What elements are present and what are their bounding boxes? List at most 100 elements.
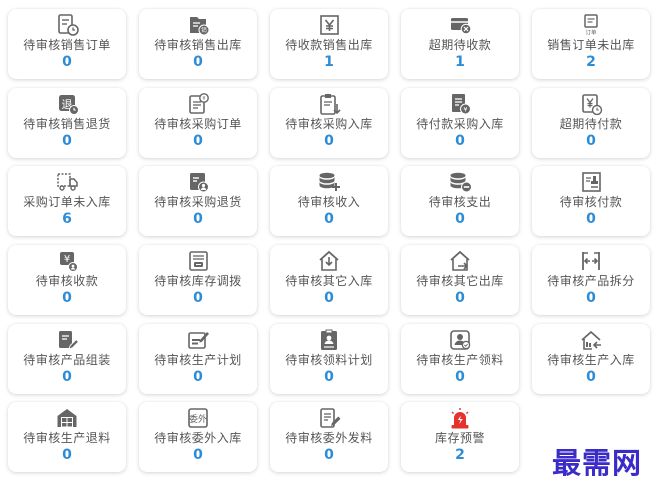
dashboard-card[interactable]: 销待审核销售出库 0 bbox=[139, 9, 257, 79]
card-count: 1 bbox=[324, 54, 334, 70]
coins-minus-icon bbox=[448, 171, 472, 193]
dashboard-card[interactable]: 待审核生产退料 0 bbox=[8, 402, 126, 472]
person-badge-icon bbox=[448, 329, 472, 351]
svg-text:委外: 委外 bbox=[189, 413, 207, 425]
warehouse-icon bbox=[55, 407, 79, 429]
card-count: 0 bbox=[193, 290, 203, 306]
card-label: 待审核其它出库 bbox=[416, 274, 504, 288]
watermark-logo: 最需网 bbox=[552, 446, 643, 480]
dashboard-card[interactable]: 待审核收入 0 bbox=[270, 166, 388, 236]
house-out-icon bbox=[448, 250, 472, 272]
clipboard-person-icon bbox=[317, 329, 341, 351]
card-count: 0 bbox=[62, 369, 72, 385]
doc-pen-icon bbox=[55, 329, 79, 351]
svg-text:¥: ¥ bbox=[202, 96, 205, 102]
card-count: 0 bbox=[324, 369, 334, 385]
card-count: 0 bbox=[324, 133, 334, 149]
dashboard-card[interactable]: 待审核采购退货 0 bbox=[139, 166, 257, 236]
card-label: 待审核销售出库 bbox=[154, 38, 242, 52]
card-count: 0 bbox=[62, 54, 72, 70]
card-label: 待审核销售退货 bbox=[23, 117, 111, 131]
stamp-doc-icon bbox=[579, 171, 603, 193]
svg-text:销: 销 bbox=[201, 26, 207, 34]
card-label: 销售订单未出库 bbox=[547, 38, 635, 52]
dashboard-card[interactable]: 订单 销售订单未出库 2 bbox=[532, 9, 650, 79]
dashboard-card[interactable]: 待审核产品组装 0 bbox=[8, 324, 126, 394]
dashboard-card[interactable]: 待审核其它出库 0 bbox=[401, 245, 519, 315]
card-label: 待审核采购订单 bbox=[154, 117, 242, 131]
order-doc-icon: 订单 bbox=[579, 14, 603, 36]
card-label: 待付款采购入库 bbox=[416, 117, 504, 131]
card-label: 待审核委外入库 bbox=[154, 431, 242, 445]
card-count: 0 bbox=[193, 447, 203, 463]
card-label: 待审核付款 bbox=[559, 195, 623, 209]
card-label: 待审核收入 bbox=[297, 195, 361, 209]
dashboard-card[interactable]: ¥ 待审核采购订单 0 bbox=[139, 88, 257, 158]
card-count: 0 bbox=[455, 133, 465, 149]
card-label: 待审核收款 bbox=[35, 274, 99, 288]
card-label: 待审核产品拆分 bbox=[547, 274, 635, 288]
card-count: 2 bbox=[586, 54, 596, 70]
dashboard-card[interactable]: 待审核采购入库 0 bbox=[270, 88, 388, 158]
card-count: 0 bbox=[193, 369, 203, 385]
dashboard-card[interactable]: 超期待收款 1 bbox=[401, 9, 519, 79]
card-count: 0 bbox=[324, 447, 334, 463]
dashboard-card[interactable]: 待审核生产计划 0 bbox=[139, 324, 257, 394]
card-label: 待审核采购入库 bbox=[285, 117, 373, 131]
dashboard-card[interactable]: 超期待付款 0 bbox=[532, 88, 650, 158]
card-count: 0 bbox=[62, 290, 72, 306]
card-label: 待审核采购退货 bbox=[154, 195, 242, 209]
card-count: 1 bbox=[455, 54, 465, 70]
dashboard-card[interactable]: ¥ 待付款采购入库 0 bbox=[401, 88, 519, 158]
dashboard-card[interactable]: 待审核支出 0 bbox=[401, 166, 519, 236]
dashboard-grid: 待审核销售订单 0 销待审核销售出库 0 待收款销售出库 1 超期待收款 1 订单 销售订单未出库… bbox=[0, 0, 666, 492]
card-label: 待审核生产退料 bbox=[23, 431, 111, 445]
dashboard-card[interactable]: 待审核委外发料 0 bbox=[270, 402, 388, 472]
card-count: 0 bbox=[586, 211, 596, 227]
return-icon: 退 bbox=[55, 93, 79, 115]
dashboard-card[interactable]: 委外待审核委外入库 0 bbox=[139, 402, 257, 472]
card-count: 0 bbox=[193, 211, 203, 227]
card-label: 待审核生产入库 bbox=[547, 353, 635, 367]
dashboard-card[interactable]: 待审核其它入库 0 bbox=[270, 245, 388, 315]
card-count: 0 bbox=[455, 290, 465, 306]
card-count: 0 bbox=[586, 133, 596, 149]
dashboard-card[interactable]: 待收款销售出库 1 bbox=[270, 9, 388, 79]
truck-icon bbox=[55, 171, 79, 193]
card-label: 超期待收款 bbox=[428, 38, 492, 52]
purchase-order-icon: ¥ bbox=[186, 93, 210, 115]
card-label: 待审核委外发料 bbox=[285, 431, 373, 445]
card-count: 0 bbox=[193, 133, 203, 149]
svg-text:¥: ¥ bbox=[463, 105, 467, 113]
card-label: 超期待付款 bbox=[559, 117, 623, 131]
card-label: 待审核库存调拨 bbox=[154, 274, 242, 288]
dashboard-card[interactable]: 待审核产品拆分 0 bbox=[532, 245, 650, 315]
card-count: 0 bbox=[455, 369, 465, 385]
card-label: 待审核领料计划 bbox=[285, 353, 373, 367]
folder-sales-icon: 销 bbox=[186, 14, 210, 36]
dashboard-card[interactable]: 待审核生产领料 0 bbox=[401, 324, 519, 394]
card-count: 0 bbox=[455, 211, 465, 227]
order-clock-icon bbox=[55, 14, 79, 36]
doc-person-icon bbox=[186, 171, 210, 193]
dashboard-card[interactable]: 采购订单未入库 6 bbox=[8, 166, 126, 236]
card-label: 待审核销售订单 bbox=[23, 38, 111, 52]
doc-yen-icon: ¥ bbox=[448, 93, 472, 115]
card-count: 6 bbox=[62, 211, 72, 227]
dashboard-card[interactable]: 退待审核销售退货 0 bbox=[8, 88, 126, 158]
card-label: 待审核生产领料 bbox=[416, 353, 504, 367]
svg-text:订单: 订单 bbox=[585, 29, 597, 37]
card-label: 待审核支出 bbox=[428, 195, 492, 209]
dashboard-card[interactable]: 待审核销售订单 0 bbox=[8, 9, 126, 79]
dashboard-card[interactable]: 待审核领料计划 0 bbox=[270, 324, 388, 394]
dashboard-card[interactable]: 待审核库存调拨 0 bbox=[139, 245, 257, 315]
house-in-icon bbox=[317, 250, 341, 272]
card-count: 0 bbox=[324, 290, 334, 306]
dashboard-card[interactable]: 待审核生产入库 0 bbox=[532, 324, 650, 394]
dashboard-card[interactable]: 待审核付款 0 bbox=[532, 166, 650, 236]
dashboard-card[interactable]: ¥ 待审核收款 0 bbox=[8, 245, 126, 315]
dashboard-card[interactable]: 库存预警 2 bbox=[401, 402, 519, 472]
card-count: 2 bbox=[455, 447, 465, 463]
yen-hand-icon: ¥ bbox=[55, 250, 79, 272]
card-count: 0 bbox=[193, 54, 203, 70]
